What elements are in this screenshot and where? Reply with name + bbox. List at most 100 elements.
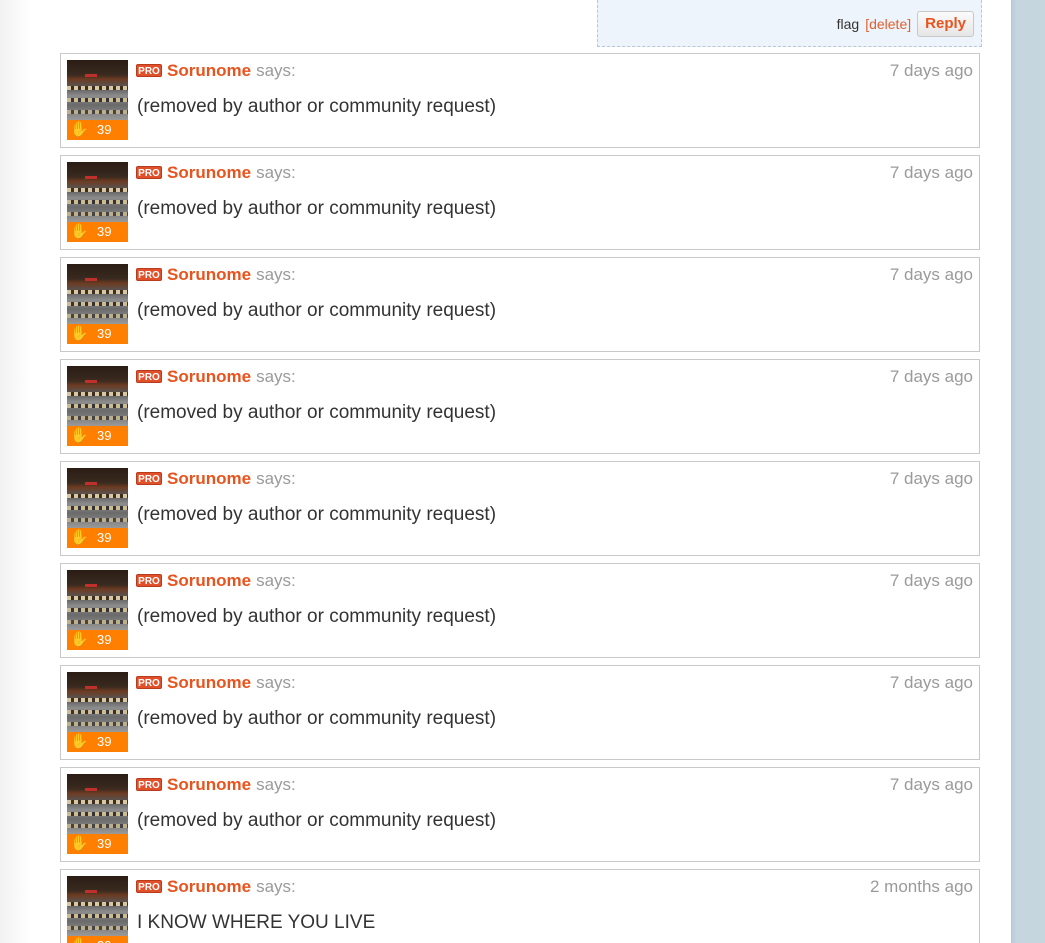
author-line: Sorunome says: — [167, 163, 296, 183]
karma-count: 39 — [97, 326, 112, 341]
says-label: says: — [256, 877, 296, 896]
karma-count: 39 — [97, 836, 112, 851]
hand-icon: ✋ — [70, 223, 89, 240]
comment-item: ✋ 39 PRO Sorunome says: 2 months ago I KNOW WH… — [60, 869, 980, 943]
pro-badge: PRO — [136, 676, 162, 689]
karma-count: 39 — [97, 938, 111, 943]
author-link[interactable]: Sorunome — [167, 469, 251, 488]
comment-timestamp[interactable]: 7 days ago — [890, 469, 973, 489]
author-link[interactable]: Sorunome — [167, 673, 251, 692]
comment-item: ✋ 39 PRO Sorunome says: 7 days ago (removed by… — [60, 155, 980, 250]
author-link[interactable]: Sorunome — [167, 61, 251, 80]
comment-timestamp[interactable]: 7 days ago — [890, 367, 973, 387]
comment-text: I KNOW WHERE YOU LIVE — [137, 912, 376, 933]
says-label: says: — [256, 673, 296, 692]
comment-text: (removed by author or community request) — [137, 198, 497, 219]
hand-icon: ✋ — [70, 631, 89, 648]
karma-badge: ✋ 39 — [67, 834, 128, 854]
comment-text: (removed by author or community request) — [137, 810, 497, 831]
flag-link[interactable]: flag — [837, 16, 860, 32]
comment-text: (removed by author or community request) — [137, 504, 497, 525]
says-label: says: — [256, 469, 296, 488]
pro-badge: PRO — [136, 370, 162, 383]
parent-comment-footer: flag [delete] Reply — [597, 0, 982, 47]
author-line: Sorunome says: — [167, 673, 296, 693]
author-line: Sorunome says: — [167, 61, 296, 81]
karma-count: 39 — [97, 530, 112, 545]
delete-link[interactable]: [delete] — [865, 16, 911, 32]
comment-timestamp[interactable]: 7 days ago — [890, 61, 973, 81]
parent-comment-actions: flag [delete] Reply — [837, 11, 974, 37]
pro-badge: PRO — [136, 574, 162, 587]
hand-icon: ✋ — [70, 835, 89, 852]
says-label: says: — [256, 775, 296, 794]
comment-timestamp[interactable]: 7 days ago — [890, 673, 973, 693]
says-label: says: — [256, 571, 296, 590]
author-avatar[interactable] — [67, 366, 128, 426]
author-link[interactable]: Sorunome — [167, 877, 251, 896]
says-label: says: — [256, 367, 296, 386]
comment-timestamp[interactable]: 7 days ago — [890, 775, 973, 795]
author-avatar[interactable] — [67, 264, 128, 324]
karma-count: 39 — [97, 122, 112, 137]
says-label: says: — [256, 265, 296, 284]
pro-badge: PRO — [136, 166, 162, 179]
comment-timestamp[interactable]: 2 months ago — [870, 877, 973, 897]
author-avatar[interactable] — [67, 468, 128, 528]
comment-item: ✋ 39 PRO Sorunome says: 7 days ago (removed by… — [60, 665, 980, 760]
author-avatar[interactable] — [67, 774, 128, 834]
says-label: says: — [256, 163, 296, 182]
author-link[interactable]: Sorunome — [167, 265, 251, 284]
hand-icon: ✋ — [70, 937, 89, 943]
comment-item: ✋ 39 PRO Sorunome says: 7 days ago (removed by… — [60, 461, 980, 556]
pro-badge: PRO — [136, 268, 162, 281]
hand-icon: ✋ — [70, 733, 89, 750]
comment-timestamp[interactable]: 7 days ago — [890, 265, 973, 285]
author-line: Sorunome says: — [167, 265, 296, 285]
author-line: Sorunome says: — [167, 571, 296, 591]
pro-badge: PRO — [136, 472, 162, 485]
author-link[interactable]: Sorunome — [167, 163, 251, 182]
author-link[interactable]: Sorunome — [167, 367, 251, 386]
author-avatar[interactable] — [67, 60, 128, 120]
karma-badge: ✋ 39 — [67, 324, 128, 344]
author-line: Sorunome says: — [167, 469, 296, 489]
comment-item: ✋ 39 PRO Sorunome says: 7 days ago (removed by… — [60, 359, 980, 454]
karma-badge: ✋ 39 — [67, 936, 128, 943]
says-label: says: — [256, 61, 296, 80]
comment-item: ✋ 39 PRO Sorunome says: 7 days ago (removed by… — [60, 53, 980, 148]
author-line: Sorunome says: — [167, 877, 296, 897]
hand-icon: ✋ — [70, 529, 89, 546]
karma-count: 39 — [97, 734, 112, 749]
pro-badge: PRO — [136, 778, 162, 791]
right-margin — [1011, 0, 1045, 943]
author-avatar[interactable] — [67, 570, 128, 630]
comment-item: ✋ 39 PRO Sorunome says: 7 days ago (removed by… — [60, 767, 980, 862]
karma-count: 39 — [97, 428, 112, 443]
page: flag [delete] Reply ✋ 39 PRO Sorunome says: 7… — [0, 0, 1045, 943]
karma-badge: ✋ 39 — [67, 426, 128, 446]
author-avatar[interactable] — [67, 672, 128, 732]
author-avatar[interactable] — [67, 162, 128, 222]
comment-item: ✋ 39 PRO Sorunome says: 7 days ago (removed by… — [60, 563, 980, 658]
karma-badge: ✋ 39 — [67, 528, 128, 548]
author-line: Sorunome says: — [167, 367, 296, 387]
hand-icon: ✋ — [70, 427, 89, 444]
karma-badge: ✋ 39 — [67, 120, 128, 140]
reply-button[interactable]: Reply — [917, 11, 974, 37]
hand-icon: ✋ — [70, 121, 89, 138]
author-avatar[interactable] — [67, 876, 128, 936]
comment-text: (removed by author or community request) — [137, 96, 497, 117]
comment-timestamp[interactable]: 7 days ago — [890, 571, 973, 591]
comment-timestamp[interactable]: 7 days ago — [890, 163, 973, 183]
author-link[interactable]: Sorunome — [167, 775, 251, 794]
comment-text: (removed by author or community request) — [137, 708, 497, 729]
author-link[interactable]: Sorunome — [167, 571, 251, 590]
comment-text: (removed by author or community request) — [137, 300, 497, 321]
pro-badge: PRO — [136, 64, 162, 77]
left-margin — [0, 0, 32, 943]
karma-badge: ✋ 39 — [67, 222, 128, 242]
karma-count: 39 — [97, 632, 112, 647]
hand-icon: ✋ — [70, 325, 89, 342]
comment-text: (removed by author or community request) — [137, 606, 497, 627]
